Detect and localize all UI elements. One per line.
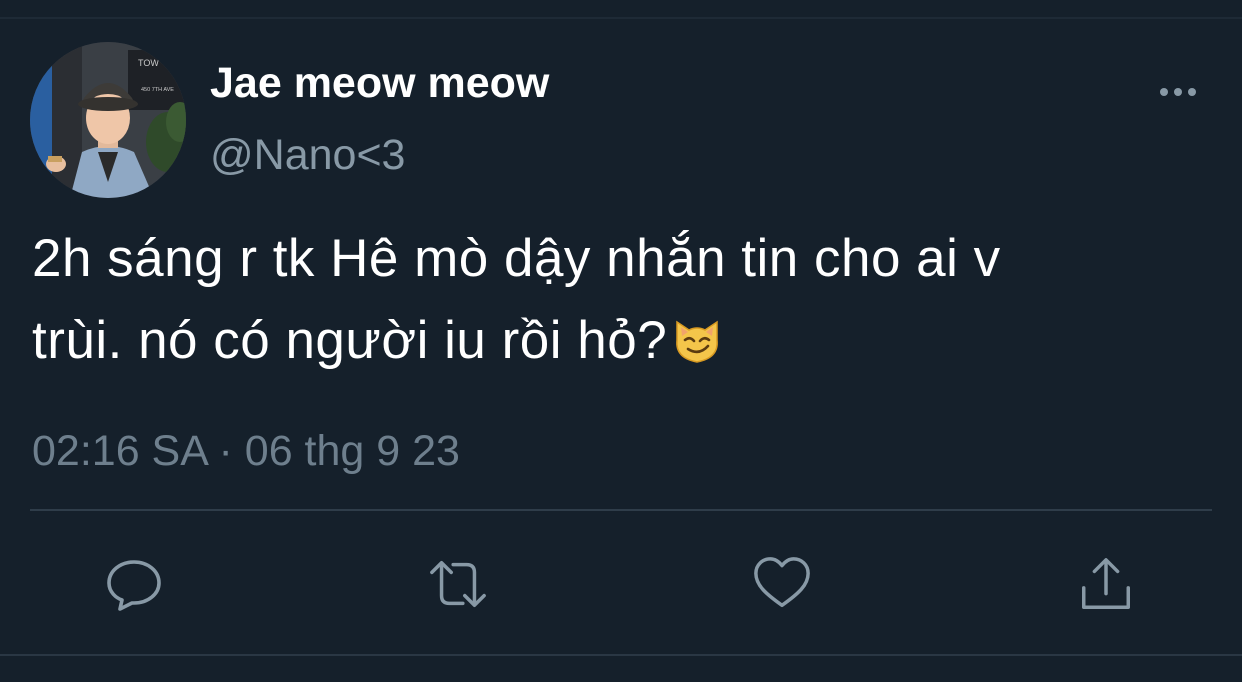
top-divider (0, 17, 1242, 19)
avatar[interactable]: TOW 450 7TH AVE (30, 42, 186, 198)
meta-separator: · (218, 427, 233, 475)
tweet-timestamp[interactable]: 02:16 SA · 06 thg 9 23 (32, 426, 460, 478)
share-button[interactable] (1076, 554, 1136, 614)
avatar-photo: TOW 450 7TH AVE (30, 42, 186, 198)
tweet-time: 02:16 SA (32, 427, 207, 475)
author-handle[interactable]: @Nano<3 (210, 130, 405, 182)
actions-divider (30, 509, 1212, 511)
author-display-name[interactable]: Jae meow meow (210, 58, 549, 110)
smirking-cat-icon (671, 308, 723, 390)
bottom-divider (0, 654, 1242, 656)
tweet-text-line-2: trùi. nó có người iu rồi hỏ? (32, 300, 1212, 390)
like-button[interactable] (752, 554, 812, 614)
avatar-address-text: 450 7TH AVE (141, 87, 174, 93)
tweet-date: 06 thg 9 23 (244, 427, 460, 475)
share-upload-icon (1082, 558, 1130, 609)
retweet-button[interactable] (428, 554, 488, 614)
tweet-text-line-2-text: trùi. nó có người iu rồi hỏ? (32, 311, 668, 370)
tweet-text-line-1: 2h sáng r tk Hê mò dậy nhắn tin cho ai v (32, 229, 1001, 288)
more-dots-icon (1160, 88, 1196, 96)
reply-button[interactable] (104, 554, 164, 614)
avatar-sign-text: TOW (138, 58, 159, 68)
tweet-text: 2h sáng r tk Hê mò dậy nhắn tin cho ai v… (32, 218, 1212, 390)
heart-icon (754, 557, 810, 608)
speech-bubble-icon (107, 560, 161, 611)
more-options-button[interactable] (1156, 78, 1202, 106)
retweet-arrows-icon (430, 560, 486, 608)
